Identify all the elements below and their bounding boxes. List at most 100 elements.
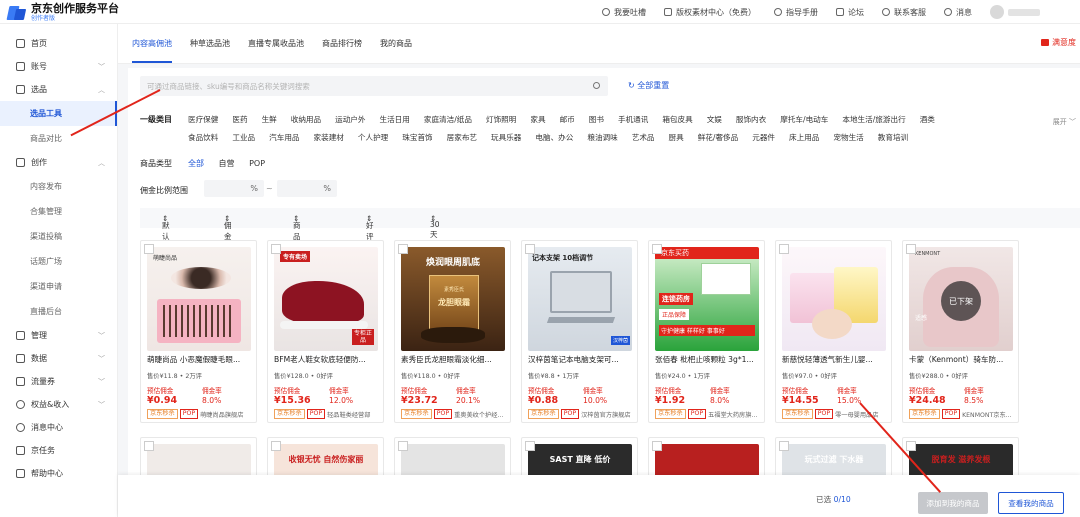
select-checkbox[interactable]: [652, 441, 662, 451]
customer-service-link[interactable]: 联系客服: [882, 7, 926, 18]
shop-name[interactable]: 汉梓茵官方旗舰店: [581, 410, 631, 419]
select-checkbox[interactable]: [271, 244, 281, 254]
product-image[interactable]: 京东买药 连锁药房 正品保障 守护健康 样样好 事事好: [655, 247, 759, 351]
commission-min-input[interactable]: %: [204, 180, 264, 197]
search-icon[interactable]: [593, 82, 600, 89]
category-option[interactable]: 艺术品: [632, 133, 655, 142]
shop-name[interactable]: 重奥美纹个护经...: [454, 410, 503, 419]
sort-commission-rate[interactable]: 佣金比例 ⇕: [224, 214, 232, 263]
sidebar-item-channel-apply[interactable]: 渠道申请: [0, 274, 117, 299]
guide-link[interactable]: 指导手册: [774, 7, 818, 18]
product-title[interactable]: 素秀臣氏龙胆眼霜淡化细...: [401, 354, 509, 365]
select-checkbox[interactable]: [779, 244, 789, 254]
select-checkbox[interactable]: [271, 441, 281, 451]
commission-max-input[interactable]: %: [277, 180, 337, 197]
category-option[interactable]: 服饰内衣: [736, 115, 766, 124]
category-option[interactable]: 家具: [530, 115, 545, 124]
category-option[interactable]: 本地生活/旅游出行: [842, 115, 905, 124]
sort-30day-sales[interactable]: 30天销量 ⇕: [430, 214, 440, 261]
category-option[interactable]: 图书: [589, 115, 604, 124]
category-option[interactable]: 医疗保健: [188, 115, 218, 124]
select-checkbox[interactable]: [525, 244, 535, 254]
select-checkbox[interactable]: [398, 441, 408, 451]
category-option[interactable]: 家庭清洁/纸品: [424, 115, 472, 124]
product-title[interactable]: 萌睫尚品 小恶魔假睫毛眼...: [147, 354, 255, 365]
product-title[interactable]: 张佰春 枇杷止咳颗粒 3g*1...: [655, 354, 763, 365]
tab-ranking[interactable]: 商品排行榜: [322, 38, 362, 63]
category-option[interactable]: 工业品: [232, 133, 255, 142]
category-option[interactable]: 个人护理: [358, 133, 388, 142]
product-title[interactable]: 汉梓茵笔记本电脑支架可...: [528, 354, 636, 365]
category-option[interactable]: 宠物生活: [833, 133, 863, 142]
sidebar-item-content-publish[interactable]: 内容发布: [0, 174, 117, 199]
tab-live-pool[interactable]: 直播专属收品池: [248, 38, 304, 63]
shop-name[interactable]: 轻品鞋类经营部: [327, 410, 370, 419]
sidebar-item-rights-income[interactable]: 权益&收入 ﹀: [0, 393, 117, 416]
category-option[interactable]: 电脑、办公: [535, 133, 573, 142]
sidebar-item-traffic-coupon[interactable]: 流量券 ﹀: [0, 370, 117, 393]
type-self-operated[interactable]: 自营: [219, 159, 235, 168]
sidebar-item-selection-tool[interactable]: 选品工具: [0, 101, 117, 126]
category-option[interactable]: 运动户外: [335, 115, 365, 124]
sidebar-item-channel-submit[interactable]: 渠道投稿: [0, 224, 117, 249]
type-all[interactable]: 全部: [188, 159, 204, 168]
category-option[interactable]: 床上用品: [789, 133, 819, 142]
product-card[interactable]: 新慈悦轻薄透气新生儿婴... 售价¥97.0 • 0好评 预估佣金 佣金率 ¥1…: [775, 240, 892, 423]
platform-logo[interactable]: 京东创作服务平台 创作者版: [6, 3, 119, 22]
product-image[interactable]: 萌睫尚品: [147, 247, 251, 351]
sidebar-item-collection-manage[interactable]: 合集管理: [0, 199, 117, 224]
select-checkbox[interactable]: [906, 244, 916, 254]
sidebar-item-message-center[interactable]: 消息中心: [0, 416, 117, 439]
category-option[interactable]: 玩具乐器: [491, 133, 521, 142]
user-avatar[interactable]: [990, 5, 1004, 19]
product-image[interactable]: [782, 247, 886, 351]
category-option[interactable]: 生活日用: [380, 115, 410, 124]
tab-seeding-pool[interactable]: 种草选品池: [190, 38, 230, 63]
category-option[interactable]: 文娱: [707, 115, 722, 124]
category-option[interactable]: 灯饰照明: [486, 115, 516, 124]
select-checkbox[interactable]: [525, 441, 535, 451]
sidebar-item-account[interactable]: 账号 ﹀: [0, 55, 117, 78]
feedback-link[interactable]: 我要吐槽: [602, 7, 646, 18]
product-card[interactable]: 京东买药 连锁药房 正品保障 守护健康 样样好 事事好 张佰春 枇杷止咳颗粒 3…: [648, 240, 765, 423]
sidebar-item-data[interactable]: 数据 ﹀: [0, 347, 117, 370]
tab-high-commission-pool[interactable]: 内容高佣池: [132, 38, 172, 63]
category-option[interactable]: 医药: [232, 115, 247, 124]
category-option[interactable]: 厨具: [669, 133, 684, 142]
category-option[interactable]: 生鲜: [262, 115, 277, 124]
shop-name[interactable]: KENMONT京东...: [962, 410, 1012, 419]
category-option[interactable]: 邮币: [560, 115, 575, 124]
product-card[interactable]: 萌睫尚品 萌睫尚品 小恶魔假睫毛眼... 售价¥11.8 • 2万评 预估佣金 …: [140, 240, 257, 423]
select-checkbox[interactable]: [144, 441, 154, 451]
forum-link[interactable]: 论坛: [836, 7, 864, 18]
category-option[interactable]: 珠宝首饰: [402, 133, 432, 142]
messages-link[interactable]: 消息: [944, 7, 972, 18]
product-card[interactable]: 专有卖场 专柜正品 BFM老人鞋女软底轻便防... 售价¥128.0 • 0好评…: [267, 240, 384, 423]
select-checkbox[interactable]: [144, 244, 154, 254]
sidebar-item-help-center[interactable]: 帮助中心: [0, 462, 117, 485]
sidebar-item-topic-square[interactable]: 话题广场: [0, 249, 117, 274]
search-input[interactable]: 可通过商品链接、sku编号和商品名称关键词搜索: [140, 76, 608, 96]
shop-name[interactable]: 萌睫尚品旗舰店: [200, 410, 243, 419]
tab-my-products[interactable]: 我的商品: [380, 38, 412, 63]
select-checkbox[interactable]: [652, 244, 662, 254]
product-card[interactable]: 记本支架 10档调节 汉梓茵 汉梓茵笔记本电脑支架可... 售价¥8.8 • 1…: [521, 240, 638, 423]
select-checkbox[interactable]: [906, 441, 916, 451]
category-option[interactable]: 家装建材: [314, 133, 344, 142]
sidebar-item-product-compare[interactable]: 商品对比: [0, 126, 117, 151]
select-checkbox[interactable]: [779, 441, 789, 451]
sidebar-item-jd-task[interactable]: 京任务: [0, 439, 117, 462]
product-image[interactable]: KENMONT 已下架 适感: [909, 247, 1013, 351]
sort-default[interactable]: 默认 ⇕: [162, 214, 170, 241]
sort-price[interactable]: 商品价格 ⇕: [293, 214, 301, 263]
reset-all-button[interactable]: ↻ 全部重置: [628, 80, 669, 91]
category-option[interactable]: 收纳用品: [291, 115, 321, 124]
product-title[interactable]: 卡蒙（Kenmont）骑车防...: [909, 354, 1017, 365]
category-option[interactable]: 箱包皮具: [662, 115, 692, 124]
sidebar-item-live-backend[interactable]: 直播后台: [0, 299, 117, 324]
product-image[interactable]: 焕润眼周肌底 素秀臣氏 龙胆眼霜: [401, 247, 505, 351]
category-option[interactable]: 手机通讯: [618, 115, 648, 124]
category-option[interactable]: 粮油调味: [587, 133, 617, 142]
user-name-blurred[interactable]: [1008, 8, 1040, 16]
category-option[interactable]: 摩托车/电动车: [780, 115, 828, 124]
